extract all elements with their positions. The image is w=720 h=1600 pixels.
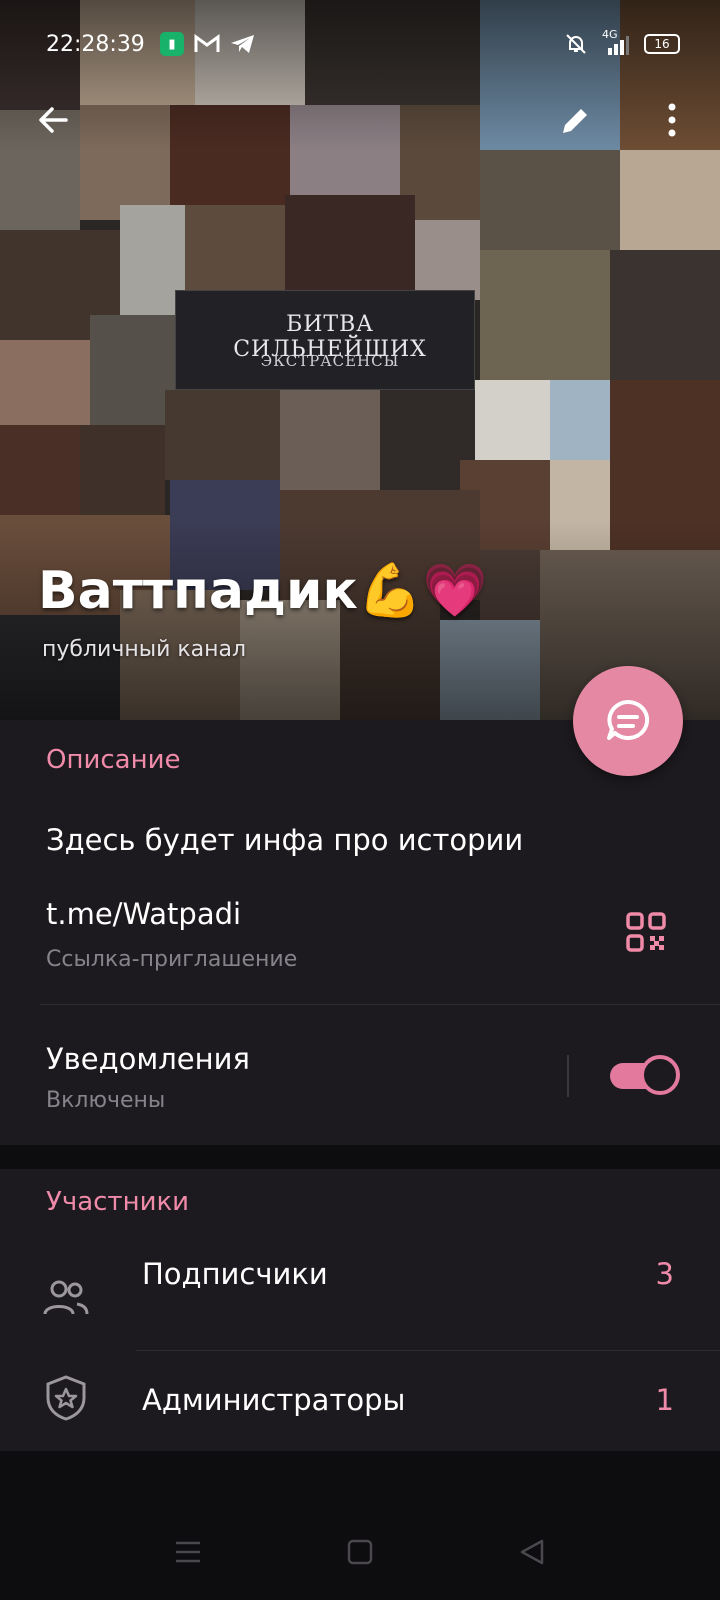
battery-icon: 16 <box>644 34 680 54</box>
members-section-title: Участники <box>46 1187 190 1217</box>
home-button[interactable] <box>340 1532 380 1572</box>
square-icon <box>347 1539 373 1565</box>
edit-button[interactable] <box>552 96 600 144</box>
banner-subtitle: ЭКСТРАСЕНСЫ <box>260 352 400 370</box>
back-nav-button[interactable] <box>512 1532 552 1572</box>
administrators-label: Администраторы <box>142 1383 406 1417</box>
bell-muted-icon <box>566 34 586 54</box>
shield-star-icon <box>40 1372 92 1424</box>
mail-icon <box>194 34 220 52</box>
discuss-button[interactable] <box>573 666 683 776</box>
telegram-icon <box>231 35 254 53</box>
back-button[interactable] <box>30 96 78 144</box>
divider <box>567 1055 569 1097</box>
notifications-title[interactable]: Уведомления <box>46 1042 250 1076</box>
chat-bubble-icon <box>607 699 650 740</box>
pencil-icon <box>563 109 587 133</box>
subscribers-label: Подписчики <box>142 1257 328 1291</box>
description-section-title: Описание <box>46 745 181 775</box>
triangle-back-icon <box>520 1539 544 1565</box>
qr-code-button[interactable] <box>626 912 674 960</box>
description-text[interactable]: Здесь будет инфа про истории <box>46 823 523 857</box>
invite-link[interactable]: t.me/Watpadi <box>46 897 241 931</box>
channel-profile-screen: БИТВА СИЛЬНЕЙШИХ ЭКСТРАСЕНСЫ 22:28:39 ▮ … <box>0 0 720 1600</box>
battery-level: 16 <box>654 37 670 51</box>
more-vertical-icon <box>668 103 676 137</box>
system-navigation-bar <box>0 1451 720 1600</box>
divider <box>136 1350 720 1351</box>
people-icon <box>40 1272 92 1324</box>
divider <box>40 1004 720 1005</box>
qr-code-icon <box>626 912 666 952</box>
subscribers-count: 3 <box>655 1257 674 1291</box>
recents-button[interactable] <box>168 1532 208 1572</box>
notifications-status: Включены <box>46 1088 166 1113</box>
app-badge-icon: ▮ <box>160 32 184 56</box>
status-bar: 22:28:39 ▮ 4G 16 <box>0 24 720 64</box>
arrow-left-icon <box>39 107 68 133</box>
signal-icon: 4G <box>602 28 630 56</box>
channel-name: Ваттпадик💪💗 <box>38 561 488 621</box>
invite-link-caption: Ссылка-приглашение <box>46 947 298 972</box>
more-options-button[interactable] <box>648 96 696 144</box>
channel-type: публичный канал <box>42 637 247 662</box>
administrators-count: 1 <box>655 1383 674 1417</box>
status-time: 22:28:39 <box>46 31 145 57</box>
menu-icon <box>176 1541 200 1563</box>
notifications-toggle[interactable] <box>610 1055 680 1095</box>
